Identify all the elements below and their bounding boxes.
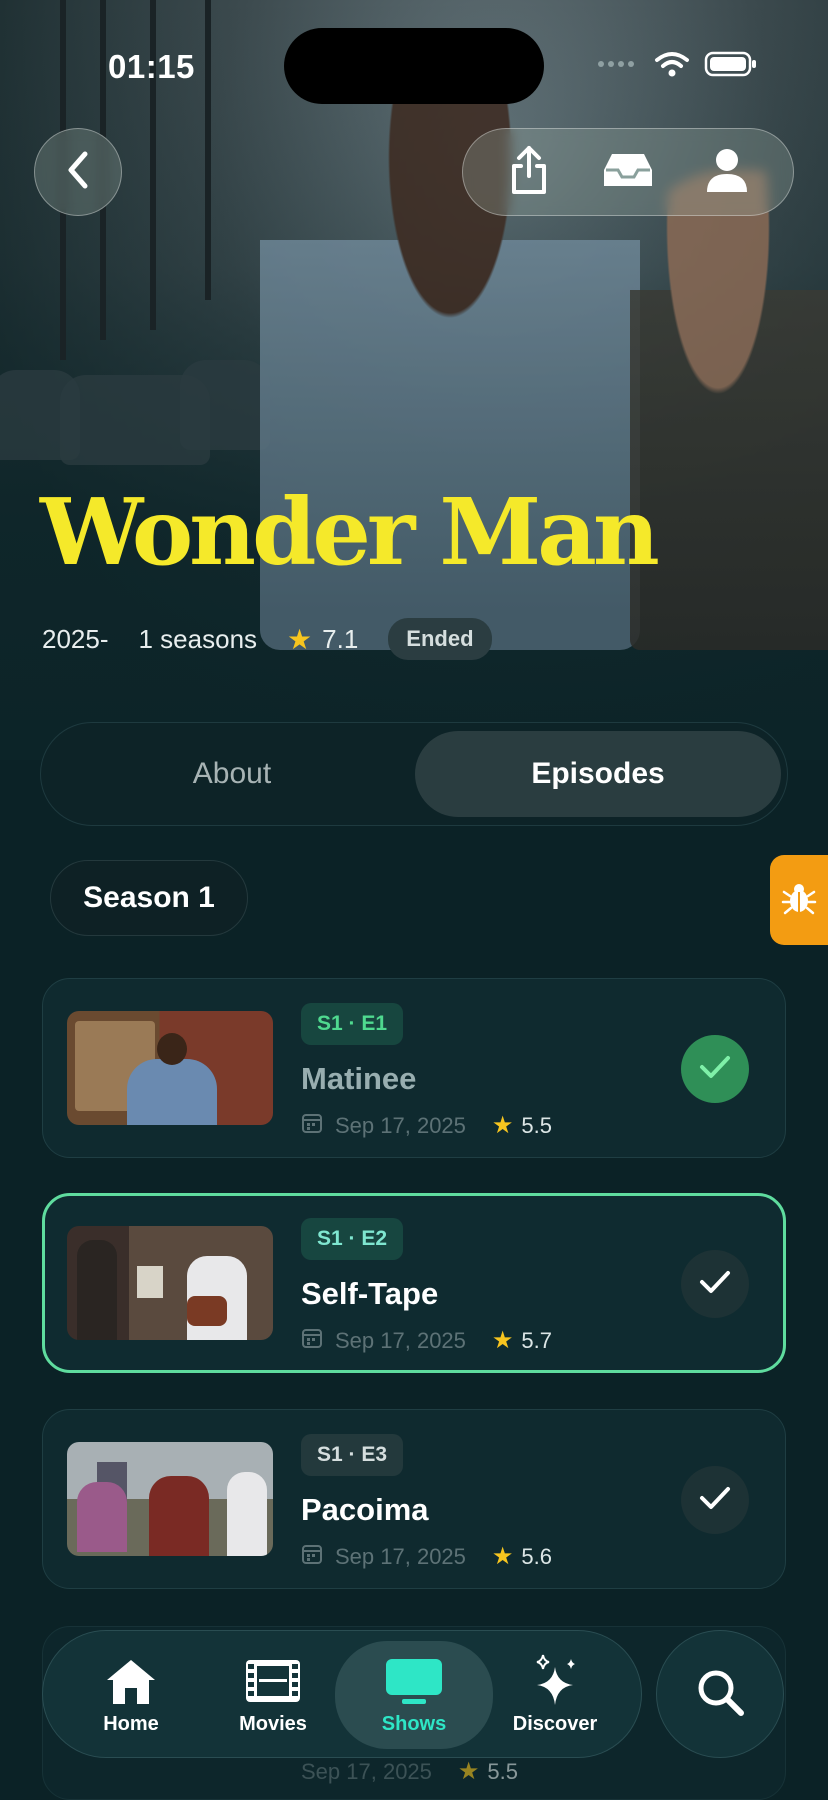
tab-discover[interactable]: Discover [485,1631,625,1759]
tab-label: Home [103,1712,159,1735]
episode-card-2[interactable]: S1 · E2 Self-Tape Sep 17, 2025 ★ 5.7 [42,1193,786,1373]
episode-rating: 5.6 [521,1543,553,1569]
segmented-tabs: About Episodes [40,722,788,826]
back-button[interactable] [34,128,122,216]
episode-rating: 5.7 [521,1327,553,1353]
star-icon: ★ [491,1543,514,1570]
episode-title: Self-Tape [301,1276,439,1311]
film-icon [244,1655,302,1707]
show-title: Wonder Man [40,478,660,586]
status-time: 01:15 [108,48,195,85]
tab-home[interactable]: Home [61,1631,201,1759]
episode-date: Sep 17, 2025 [301,1758,432,1784]
dynamic-island [284,28,544,104]
bug-icon [781,880,817,921]
checkmark-icon [698,1484,732,1517]
signal-icon [596,57,640,76]
show-rating: 7.1 [322,623,359,654]
episode-date: Sep 17, 2025 [335,1112,466,1138]
episode-rating-group: ★ 5.6 [492,1542,552,1571]
episode-meta: Sep 17, 2025 ★ 5.6 [301,1542,552,1571]
show-meta: 2025- 1 seasons ★ 7.1 Ended [42,618,522,660]
episode-rating-group: ★ 5.7 [492,1326,552,1355]
episode-meta: Sep 17, 2025 ★ 5.5 [301,1757,518,1786]
episode-code: S1 · E2 [301,1218,404,1260]
show-year: 2025- [42,623,109,654]
episode-rating: 5.5 [521,1112,553,1138]
debug-tab[interactable] [770,855,828,945]
wifi-icon [654,50,690,83]
watched-toggle[interactable] [681,1250,749,1318]
star-icon: ★ [491,1112,514,1139]
status-badge: Ended [388,618,492,660]
tab-label: Discover [512,1712,598,1735]
tab-label: Movies [239,1712,307,1735]
tab-shows[interactable]: Shows [335,1641,493,1749]
profile-icon[interactable] [705,146,749,199]
show-seasons: 1 seasons [138,623,258,654]
watched-toggle[interactable] [681,1466,749,1534]
episode-meta: Sep 17, 2025 ★ 5.5 [301,1111,552,1140]
checkmark-icon [698,1053,732,1086]
episode-rating: 5.5 [487,1758,519,1784]
battery-icon [704,50,758,83]
action-pill [462,128,794,216]
episode-title: Matinee [301,1061,417,1096]
backdrop-car [180,360,270,450]
episode-title: Pacoima [301,1492,429,1527]
star-icon: ★ [491,1327,514,1354]
search-button[interactable] [656,1630,784,1758]
episode-date: Sep 17, 2025 [335,1543,466,1569]
season-selector[interactable]: Season 1 [50,860,248,936]
episode-card-1[interactable]: S1 · E1 Matinee Sep 17, 2025 ★ 5.5 [42,978,786,1158]
bottom-tab-bar: Home Movies Shows Discover [42,1630,642,1758]
calendar-icon [301,1543,323,1571]
tv-icon [384,1655,444,1707]
backdrop-person [630,170,828,650]
episode-code: S1 · E1 [301,1003,404,1045]
episode-thumbnail [67,1226,273,1340]
episode-meta: Sep 17, 2025 ★ 5.7 [301,1326,552,1355]
search-icon [694,1666,746,1723]
tab-label: Shows [381,1712,447,1735]
watched-toggle[interactable] [681,1035,749,1103]
episode-code: S1 · E3 [301,1434,404,1476]
episode-rating-group: ★ 5.5 [492,1111,552,1140]
episode-date: Sep 17, 2025 [335,1327,466,1353]
home-icon [103,1655,159,1707]
calendar-icon [301,1112,323,1140]
star-icon: ★ [287,623,313,655]
episode-thumbnail [67,1442,273,1556]
tab-movies[interactable]: Movies [203,1631,343,1759]
inbox-icon[interactable] [600,150,656,195]
calendar-icon [301,1327,323,1355]
tab-about[interactable]: About [49,731,415,817]
tab-episodes[interactable]: Episodes [415,731,781,817]
chevron-left-icon [63,150,93,195]
backdrop-palm [205,0,211,300]
episode-rating-group: ★ 5.5 [458,1757,518,1786]
episode-thumbnail [67,1011,273,1125]
share-icon[interactable] [507,144,551,201]
sparkles-icon [529,1654,581,1707]
star-icon: ★ [457,1758,480,1785]
episode-card-3[interactable]: S1 · E3 Pacoima Sep 17, 2025 ★ 5.6 [42,1409,786,1589]
checkmark-icon [698,1268,732,1301]
status-icons [596,50,758,83]
